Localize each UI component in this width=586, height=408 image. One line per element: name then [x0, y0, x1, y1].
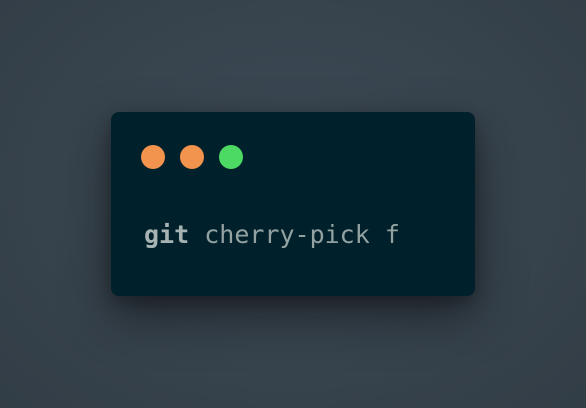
minimize-button[interactable] — [180, 145, 204, 169]
window-controls — [141, 145, 243, 169]
terminal-window: git cherry-pick f — [111, 112, 475, 296]
command-arguments: cherry-pick f — [204, 220, 400, 249]
maximize-button[interactable] — [219, 145, 243, 169]
command-line: git cherry-pick f — [144, 218, 400, 252]
close-button[interactable] — [141, 145, 165, 169]
command-program: git — [144, 220, 190, 249]
